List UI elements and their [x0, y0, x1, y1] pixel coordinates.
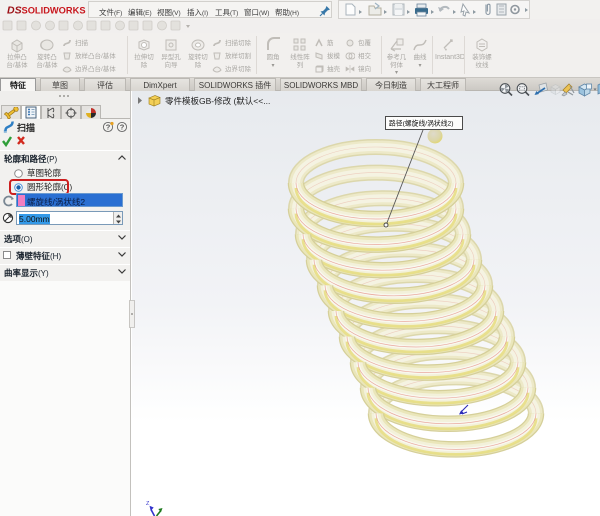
svg-text:零件模板GB-修改 (默认<<...: 零件模板GB-修改 (默认<<... [165, 96, 270, 106]
svg-text:路径(螺旋线/涡状线2): 路径(螺旋线/涡状线2) [389, 119, 454, 128]
svg-text:?: ? [120, 123, 125, 132]
svg-text:?: ? [106, 123, 111, 132]
svg-text:DS: DS [7, 5, 22, 17]
svg-text:SOLIDWORKS: SOLIDWORKS [22, 6, 86, 16]
